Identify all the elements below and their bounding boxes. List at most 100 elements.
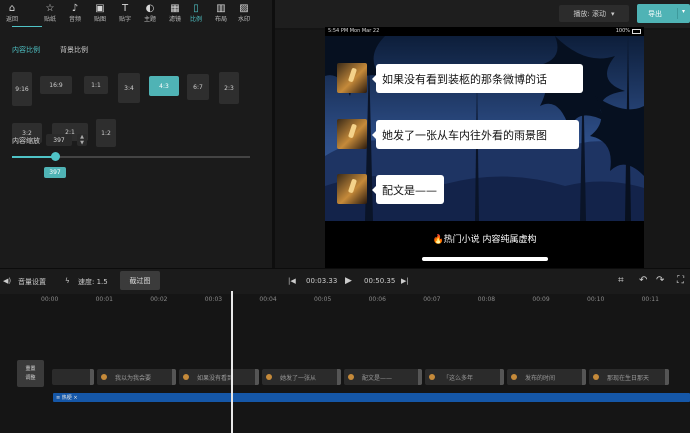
timeline-clip[interactable]: 那现在生日那天 — [589, 369, 669, 385]
current-time: 00:03.33 — [306, 277, 338, 285]
ratio-button[interactable]: 1:2 — [96, 119, 116, 147]
star-icon: ☆ — [45, 3, 55, 14]
phone-preview: 5:54 PM Mon Mar 22 100% 如果没有看到装柩的那条微博的话 … — [325, 27, 644, 268]
audio-track[interactable] — [53, 393, 690, 402]
ratio-button[interactable]: 1:1 — [84, 76, 108, 94]
clip-thumbnail-icon — [593, 374, 599, 380]
watermark-icon: ▨ — [239, 3, 249, 14]
ratio-button[interactable]: 2:3 — [219, 72, 239, 104]
clip-thumbnail-icon — [348, 374, 354, 380]
tab-content-ratio[interactable]: 内容比例 — [12, 45, 40, 55]
undo-icon[interactable]: ↶ — [639, 275, 647, 286]
chat-bubble: 配文是—— — [372, 175, 444, 204]
timeline-clip[interactable]: 如果没有看到 — [179, 369, 259, 385]
toolbar-item-label: 比例 — [189, 16, 202, 23]
ratio-button[interactable]: 3:4 — [118, 73, 140, 103]
total-time: 00:50.35 — [364, 277, 396, 285]
ratio-button[interactable]: 6:7 — [187, 74, 209, 100]
clip-resize-handle[interactable] — [337, 369, 341, 385]
battery-icon — [632, 29, 641, 34]
time-tick: 00:05 — [314, 296, 332, 303]
reset-adjust-button[interactable]: 重置 调整 — [17, 360, 44, 387]
play-mode-select[interactable]: 播放: 滚动 ▾ — [559, 5, 629, 22]
zoom-slider-thumb[interactable] — [51, 152, 60, 161]
skip-forward-icon[interactable]: ▶| — [401, 277, 409, 285]
toolbar-item[interactable]: ◐ 主题 — [140, 2, 160, 24]
export-dropdown-icon[interactable]: ▾ — [677, 8, 685, 19]
toolbar-item-label: 贴纸 — [43, 16, 56, 23]
toolbar-item[interactable]: ▥ 布局 — [211, 2, 231, 24]
chat-bubble: 她发了一张从车内往外看的雨景图 — [372, 120, 579, 149]
clip-thumbnail-icon — [266, 374, 272, 380]
clip-resize-handle[interactable] — [582, 369, 586, 385]
playhead[interactable] — [231, 291, 233, 433]
clip-resize-handle[interactable] — [172, 369, 176, 385]
clip-resize-handle[interactable] — [90, 369, 94, 385]
time-tick: 00:08 — [477, 296, 496, 303]
redo-icon[interactable]: ↷ — [656, 275, 664, 286]
text-icon: T — [121, 3, 129, 14]
time-tick: 00:02 — [150, 296, 168, 303]
clip-thumbnail-icon — [183, 374, 189, 380]
avatar — [337, 174, 367, 204]
toolbar-item[interactable]: ⌂ 返回 — [2, 2, 22, 24]
clip-resize-handle[interactable] — [255, 369, 259, 385]
clip-label: 配文是—— — [362, 374, 393, 382]
toolbar-item[interactable]: ▨ 水印 — [234, 2, 254, 24]
toolbar-item-label: 主题 — [143, 16, 156, 23]
ratio-panel: 内容比例 背景比例 9:16 16:9 1:1 3:4 4:3 6:7 2:3 3:2 2:1 1:2 — [0, 30, 272, 268]
time-tick: 00:04 — [259, 296, 277, 303]
avatar — [337, 119, 367, 149]
toolbar-item[interactable]: T 贴字 — [115, 2, 135, 24]
volume-icon[interactable]: ◀) — [3, 277, 11, 285]
clip-label: 如果没有看到 — [197, 374, 234, 382]
play-icon[interactable]: ▶ — [345, 276, 352, 286]
ratio-button[interactable]: 9:16 — [12, 72, 32, 106]
fullscreen-icon[interactable]: ⛶ — [677, 275, 684, 286]
timeline[interactable] — [0, 294, 690, 433]
export-button[interactable]: 导出 ▾ — [637, 4, 690, 23]
time-tick: 00:00 — [41, 296, 59, 303]
tab-background-ratio[interactable]: 背景比例 — [60, 45, 88, 55]
lightning-icon: ϟ — [65, 277, 70, 285]
timeline-clip[interactable]: 她发了一张从 — [262, 369, 341, 385]
time-tick: 00:07 — [423, 296, 441, 303]
clip-resize-handle[interactable] — [500, 369, 504, 385]
clip-resize-handle[interactable] — [665, 369, 669, 385]
music-icon: ♪ — [71, 3, 79, 14]
home-indicator — [422, 257, 548, 261]
toolbar-item-label: 贴图 — [93, 16, 106, 23]
avatar — [337, 63, 367, 93]
timeline-clip[interactable]: 我以为我会要 — [97, 369, 176, 385]
timeline-clip[interactable]: 配文是—— — [344, 369, 422, 385]
toolbar-item[interactable]: ▣ 贴图 — [90, 2, 110, 24]
time-tick: 00:03 — [204, 296, 223, 303]
toolbar-item-label: 贴字 — [118, 16, 131, 23]
status-time: 5:54 PM Mon Mar 22 — [328, 28, 380, 34]
timeline-clip[interactable] — [52, 369, 94, 385]
toolbar-item[interactable]: ☆ 贴纸 — [40, 2, 60, 24]
ratio-button[interactable]: 4:3 — [149, 76, 179, 96]
toolbar-item[interactable]: ▯ 比例 — [186, 2, 206, 24]
time-tick: 00:09 — [532, 296, 550, 303]
zoom-input[interactable]: 397 — [46, 134, 72, 146]
toolbar-item[interactable]: ♪ 音频 — [65, 2, 85, 24]
time-tick: 00:11 — [641, 296, 659, 303]
volume-settings[interactable]: 音量设置 — [18, 277, 46, 287]
horizontal-divider[interactable] — [0, 268, 690, 269]
timeline-clip[interactable]: 发布的时间 — [507, 369, 586, 385]
timeline-clip[interactable]: 「这么多年 — [425, 369, 504, 385]
ratio-button[interactable]: 16:9 — [40, 76, 72, 94]
speed-setting[interactable]: 速度: 1.5 — [78, 277, 108, 287]
zoom-value-bubble: 397 — [44, 167, 66, 178]
zoom-label: 内容缩放 — [12, 137, 40, 145]
time-tick: 00:06 — [368, 296, 386, 303]
clip-resize-handle[interactable] — [418, 369, 422, 385]
zoom-stepper[interactable]: ▲ ▼ — [77, 134, 87, 146]
time-tick: 00:10 — [587, 296, 605, 303]
ratio-icon: ▯ — [193, 3, 199, 14]
clip-label: 发布的时间 — [525, 374, 556, 382]
crop-image-button[interactable]: 截过图 — [120, 271, 160, 290]
skip-back-icon[interactable]: |◀ — [288, 277, 296, 285]
crop-icon[interactable]: ⌗ — [618, 275, 624, 286]
